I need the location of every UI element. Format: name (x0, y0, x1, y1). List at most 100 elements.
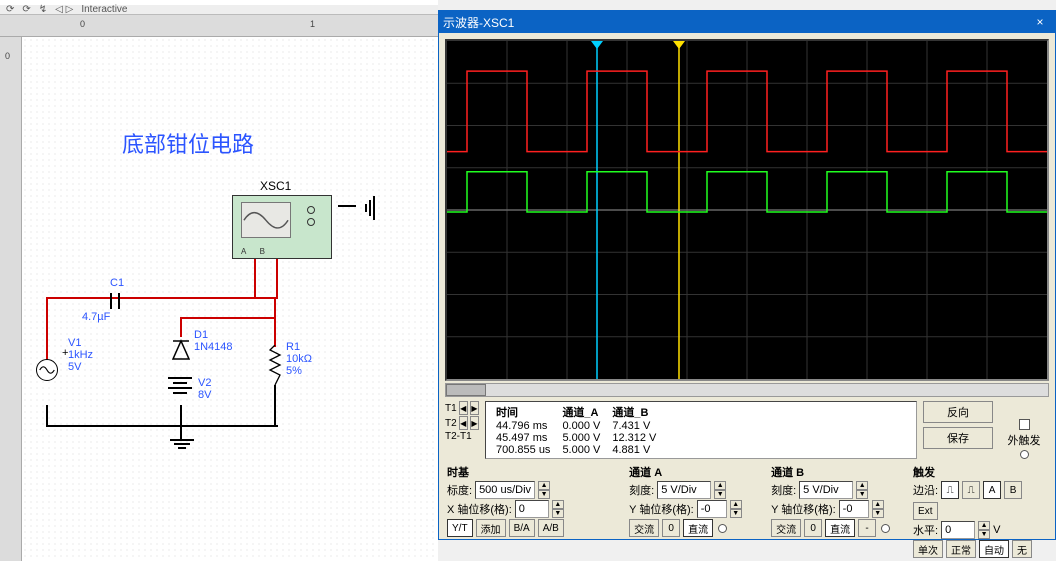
ground-symbol (170, 439, 194, 453)
oscilloscope-title: 示波器-XSC1 (443, 14, 514, 31)
cha-scale-label: 刻度: (629, 482, 654, 498)
wire (338, 205, 356, 207)
mode-ba-button[interactable]: B/A (509, 519, 535, 537)
t1-left-arrow[interactable]: ◀ (459, 401, 468, 415)
ruler-mark: 1 (310, 19, 315, 29)
trig-falling-button[interactable]: ⎍ (962, 481, 980, 499)
wire (274, 385, 276, 425)
t1-b: 7.431 V (606, 420, 662, 432)
col-time: 时间 (490, 404, 556, 420)
timebase-scale-input[interactable]: 500 us/Div (475, 481, 535, 499)
t1-right-arrow[interactable]: ▶ (470, 401, 479, 415)
chb-yoff-label: Y 轴位移(格): (771, 501, 836, 517)
oscilloscope-display[interactable] (445, 39, 1049, 381)
wire (46, 425, 278, 427)
wire (254, 259, 256, 299)
timebase-xoff-down[interactable]: ▼ (552, 509, 564, 518)
cursor-readout-panel: T1◀▶ T2◀▶ T2-T1 时间 通道_A 通道_B 44.796 ms0.… (445, 401, 1049, 459)
trig-single-button[interactable]: 单次 (913, 540, 943, 558)
timebase-xoff-up[interactable]: ▲ (552, 500, 564, 509)
trig-level-input[interactable]: 0 (941, 521, 975, 539)
save-button[interactable]: 保存 (923, 427, 993, 449)
chb-title: 通道 B (771, 464, 905, 480)
chb-scale-input[interactable]: 5 V/Div (799, 481, 853, 499)
chb-port-icon (881, 524, 890, 533)
timebase-scale-down[interactable]: ▼ (538, 490, 550, 499)
trig-src-ext-button[interactable]: Ext (913, 502, 937, 520)
trig-normal-button[interactable]: 正常 (946, 540, 976, 558)
d1-value: 1N4148 (194, 341, 233, 353)
cha-zero-button[interactable]: 0 (662, 519, 680, 537)
wire (46, 297, 48, 361)
trig-level-unit: V (993, 524, 1000, 536)
c1-value: 4.7µF (82, 311, 110, 323)
close-button[interactable]: × (1029, 13, 1051, 31)
dt-time: 700.855 us (490, 444, 556, 456)
trig-src-b-button[interactable]: B (1004, 481, 1022, 499)
t1-label: T1 (445, 403, 457, 414)
chb-dc-button[interactable]: 直流 (825, 519, 855, 537)
trig-src-a-button[interactable]: A (983, 481, 1001, 499)
scope-screen-icon (241, 202, 291, 238)
oscilloscope-instrument[interactable]: A B (232, 195, 332, 259)
trig-rising-button[interactable]: ⎍ (941, 481, 959, 499)
timebase-scale-up[interactable]: ▲ (538, 481, 550, 490)
wire (142, 297, 278, 299)
d1-ref: D1 (194, 329, 208, 341)
oscilloscope-titlebar[interactable]: 示波器-XSC1 × (439, 11, 1055, 33)
chb-yoff-input[interactable]: -0 (839, 500, 869, 518)
cha-ac-button[interactable]: 交流 (629, 519, 659, 537)
dc-source[interactable] (168, 377, 192, 394)
t2-left-arrow[interactable]: ◀ (459, 416, 468, 430)
cha-dc-button[interactable]: 直流 (683, 519, 713, 537)
ext-trig-port-icon (1020, 450, 1029, 459)
ac-source[interactable] (36, 359, 58, 381)
chb-minus-button[interactable]: - (858, 519, 876, 537)
mode-ab-button[interactable]: A/B (538, 519, 564, 537)
chb-scale-up[interactable]: ▲ (856, 481, 868, 490)
chb-yoff-up[interactable]: ▲ (872, 500, 884, 509)
wire (46, 405, 48, 425)
cha-scale-input[interactable]: 5 V/Div (657, 481, 711, 499)
t2-right-arrow[interactable]: ▶ (470, 416, 479, 430)
trig-level-up[interactable]: ▲ (978, 521, 990, 530)
cha-yoff-input[interactable]: -0 (697, 500, 727, 518)
trig-none-button[interactable]: 无 (1012, 540, 1032, 558)
cha-yoff-down[interactable]: ▼ (730, 509, 742, 518)
ruler-mark: 0 (80, 19, 85, 29)
toolbar-glyph: ⟳ (6, 4, 14, 15)
trig-auto-button[interactable]: 自动 (979, 540, 1009, 558)
schematic-canvas[interactable]: 底部钳位电路 XSC1 A B (22, 37, 438, 561)
cha-scale-down[interactable]: ▼ (714, 490, 726, 499)
cha-yoff-up[interactable]: ▲ (730, 500, 742, 509)
mode-add-button[interactable]: 添加 (476, 519, 506, 537)
diode[interactable] (172, 337, 190, 366)
scope-ref-label: XSC1 (260, 179, 291, 193)
resistor[interactable] (268, 345, 282, 388)
trig-edge-label: 边沿: (913, 482, 938, 498)
chb-zero-button[interactable]: 0 (804, 519, 822, 537)
ext-trig-checkbox[interactable] (1019, 419, 1030, 430)
r1-tol: 5% (286, 365, 302, 377)
circuit-title: 底部钳位电路 (122, 127, 254, 159)
cha-port-icon (718, 524, 727, 533)
schematic-pane: ⟳ ⟳ ↯ ◁ ▷ Interactive 0 1 0 底部钳位电路 XSC1 … (0, 0, 438, 546)
reverse-button[interactable]: 反向 (923, 401, 993, 423)
trigger-group: 触发 边沿: ⎍ ⎍ A B Ext 水平: 0 ▲▼ V 单次 正常 自动 无 (911, 463, 1049, 560)
v2-ref: V2 (198, 377, 211, 389)
oscilloscope-time-scrollbar[interactable] (445, 383, 1049, 397)
chb-yoff-down[interactable]: ▼ (872, 509, 884, 518)
toolbar-glyph: ◁ ▷ (55, 4, 73, 15)
chb-scale-down[interactable]: ▼ (856, 490, 868, 499)
mode-yt-button[interactable]: Y/T (447, 519, 473, 537)
timebase-xoff-input[interactable]: 0 (515, 500, 549, 518)
toolbar-mode: Interactive (81, 4, 127, 15)
timebase-group: 时基 标度: 500 us/Div ▲▼ X 轴位移(格): 0 ▲▼ Y/T … (445, 463, 623, 560)
trig-level-down[interactable]: ▼ (978, 530, 990, 539)
chb-ac-button[interactable]: 交流 (771, 519, 801, 537)
ruler-vertical: 0 (0, 37, 22, 561)
t2-a: 5.000 V (556, 432, 606, 444)
delta-label: T2-T1 (445, 431, 472, 442)
cha-scale-up[interactable]: ▲ (714, 481, 726, 490)
wire (274, 299, 276, 347)
